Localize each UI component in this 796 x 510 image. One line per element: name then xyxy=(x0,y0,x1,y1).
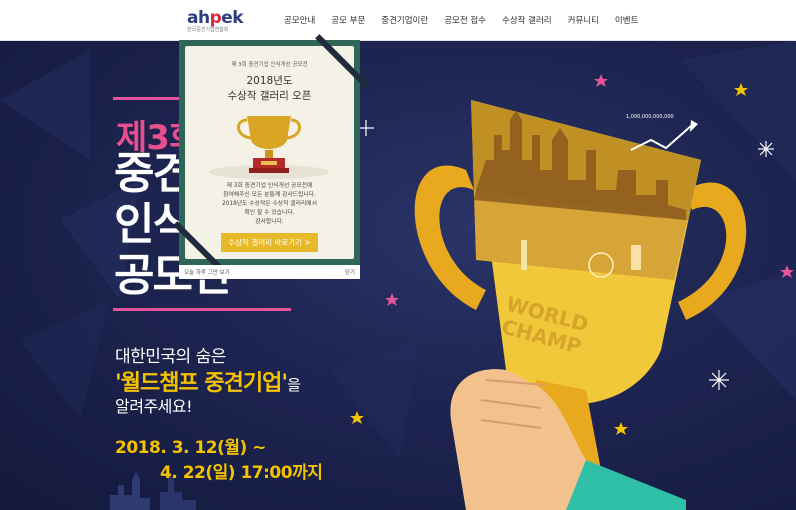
hero-banner: 제3회 중견 인식 공모전 대한민국의 숨은 '월드챔프 중견기업'을 알려주세… xyxy=(0,40,796,510)
nav-item-submit[interactable]: 공모전 접수 xyxy=(444,14,486,26)
logo-wordmark: ahpek xyxy=(187,8,244,28)
nav-item-contest-info[interactable]: 공모안내 xyxy=(284,14,315,26)
popup-small-title: 제 3회 중견기업 인식개선 공모전 xyxy=(231,62,308,68)
trophy-illustration: 1,000,000,000,000 WORLD CHAMP xyxy=(414,100,747,510)
popup-title-line1: 2018년도 xyxy=(246,75,293,87)
hero-subtitle-2-rest: 을 xyxy=(287,376,301,394)
popup-body-line2: 참여해주신 모든 분들께 감사드립니다. xyxy=(223,192,316,198)
hero-subtitle-1: 대한민국의 숨은 xyxy=(115,347,226,367)
hide-today-link[interactable]: 오늘 하루 그만 보기 xyxy=(184,268,230,276)
headline-top-bar xyxy=(113,97,183,100)
gallery-link-button[interactable]: 수상작 갤러리 바로가기 > xyxy=(221,233,318,252)
nav-item-event[interactable]: 이벤트 xyxy=(615,14,638,26)
hero-date-start: 2018. 3. 12(월) ~ xyxy=(115,438,266,458)
nav-item-about[interactable]: 중견기업이란 xyxy=(381,14,428,26)
popup-body-line5: 감사합니다. xyxy=(255,219,284,225)
popup-body-line3: 2018년도 수상작은 수상작 갤러리에서 xyxy=(222,201,317,207)
popup-frame: 제 3회 중견기업 인식개선 공모전 2018년도 수상작 갤러리 오픈 제 3… xyxy=(173,34,369,275)
trophy-icon xyxy=(209,116,329,179)
hero-date-end: 4. 22(일) 17:00까지 xyxy=(160,463,323,483)
popup-title-line2: 수상작 갤러리 오픈 xyxy=(227,90,312,102)
trophy-amount-text: 1,000,000,000,000 xyxy=(626,114,674,120)
popup-card: 제 3회 중견기업 인식개선 공모전 2018년도 수상작 갤러리 오픈 제 3… xyxy=(185,46,354,259)
gallery-popup: 제 3회 중견기업 인식개선 공모전 2018년도 수상작 갤러리 오픈 제 3… xyxy=(173,34,369,279)
nav-item-categories[interactable]: 공모 부문 xyxy=(331,14,365,26)
top-header: ahpek 한국중견기업연합회 공모안내 공모 부문 중견기업이란 공모전 접수… xyxy=(0,0,796,41)
popup-footer: 오늘 하루 그만 보기 닫기 xyxy=(179,265,360,279)
popup-body-line4: 확인 할 수 있습니다. xyxy=(244,210,295,216)
hero-subtitle-3: 알려주세요! xyxy=(115,397,193,416)
nav-item-community[interactable]: 커뮤니티 xyxy=(568,14,599,26)
main-nav: 공모안내 공모 부문 중견기업이란 공모전 접수 수상작 갤러리 커뮤니티 이벤… xyxy=(284,0,654,40)
ahpek-logo[interactable]: ahpek 한국중견기업연합회 xyxy=(187,8,244,33)
close-popup-link[interactable]: 닫기 xyxy=(345,268,355,276)
nav-item-gallery[interactable]: 수상작 갤러리 xyxy=(502,14,552,26)
headline-bottom-bar xyxy=(113,308,291,311)
popup-body-line1: 제 3회 중견기업 인식개선 공모전에 xyxy=(226,183,313,189)
